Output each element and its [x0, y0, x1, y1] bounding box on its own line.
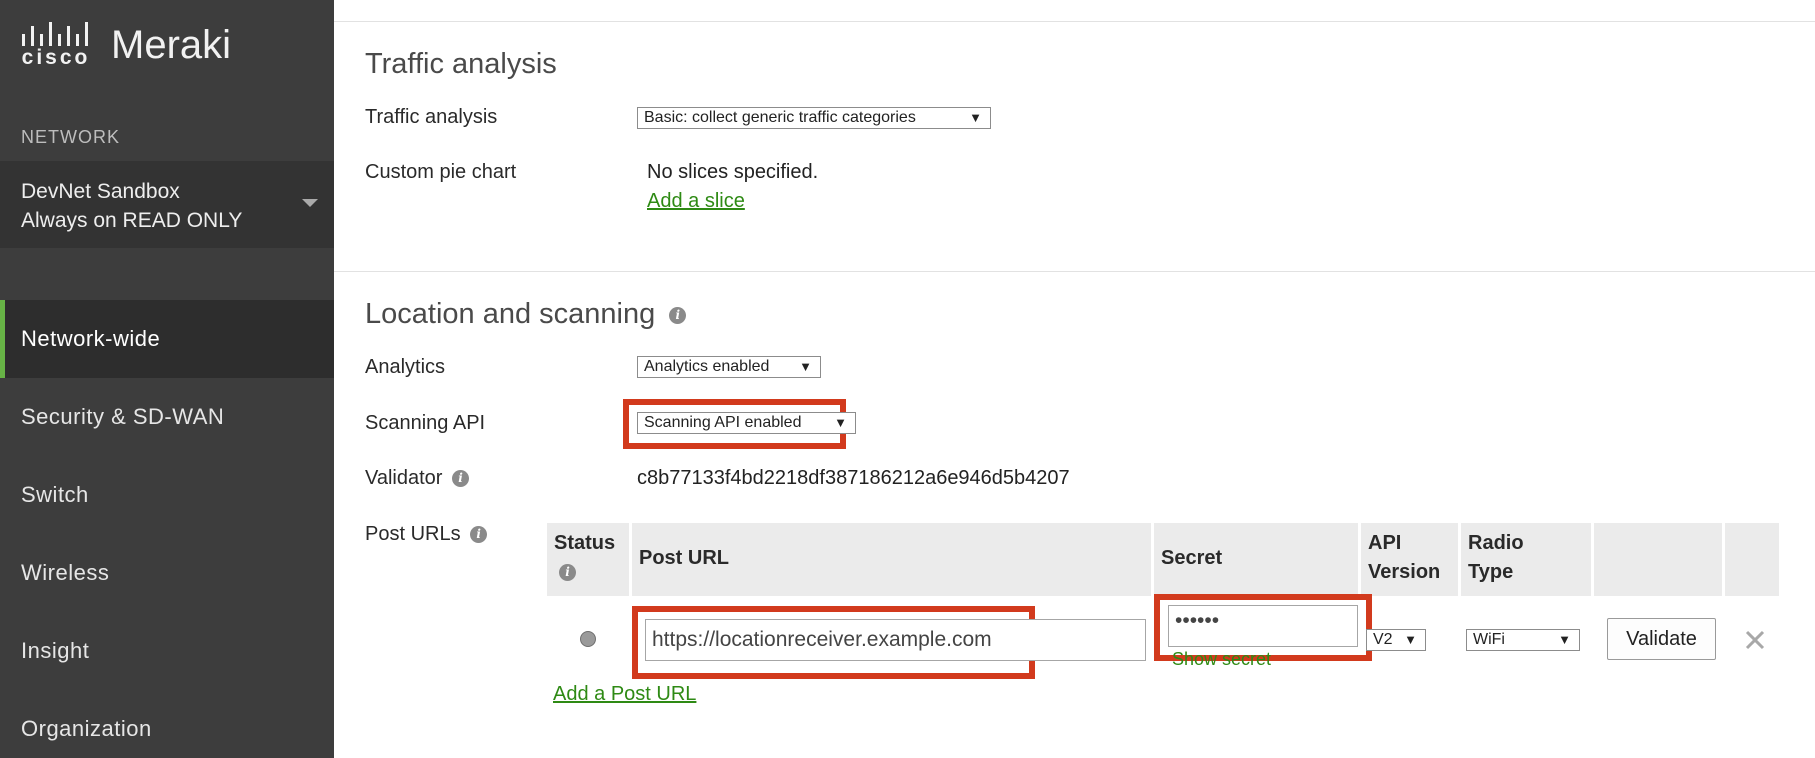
- validator-label-text: Validator: [365, 467, 443, 489]
- chevron-down-icon: ▼: [1404, 632, 1417, 647]
- show-secret-link[interactable]: Show secret: [1172, 649, 1271, 670]
- chevron-down-icon: ▼: [799, 359, 812, 374]
- traffic-analysis-title: Traffic analysis: [365, 48, 557, 80]
- radio-type-header-line2: Type: [1468, 561, 1514, 583]
- network-selector[interactable]: DevNet Sandbox Always on READ ONLY: [0, 161, 334, 248]
- traffic-analysis-value: Basic: collect generic traffic categorie…: [644, 109, 916, 126]
- post-url-header-text: Post URL: [639, 547, 729, 569]
- column-header-post-url: Post URL: [632, 523, 1151, 596]
- info-icon[interactable]: i: [470, 526, 488, 544]
- analytics-value: Analytics enabled: [644, 358, 770, 375]
- column-header-radio-type: Radio Type: [1461, 523, 1591, 596]
- secret-header-text: Secret: [1161, 547, 1223, 569]
- sidebar-item-switch[interactable]: Switch: [0, 456, 334, 534]
- validate-button[interactable]: Validate: [1607, 618, 1716, 660]
- sidebar-item-security-sd-wan[interactable]: Security & SD-WAN: [0, 378, 334, 456]
- column-header-api-version: API Version: [1361, 523, 1458, 596]
- cisco-logo: cisco: [21, 22, 91, 68]
- post-urls-label: Post URLs i: [365, 523, 488, 546]
- meraki-wordmark: Meraki: [111, 23, 232, 67]
- post-urls-label-text: Post URLs: [365, 523, 461, 545]
- radio-type-value: WiFi: [1473, 631, 1505, 648]
- sidebar-item-insight[interactable]: Insight: [0, 612, 334, 690]
- scanning-api-label: Scanning API: [365, 412, 486, 434]
- location-scanning-title: Location and scanning i: [365, 298, 687, 331]
- sidebar-item-label: Wireless: [21, 560, 110, 585]
- no-slices-text: No slices specified.: [647, 161, 819, 183]
- info-icon[interactable]: i: [559, 564, 576, 581]
- cisco-bars-icon: [22, 22, 88, 46]
- post-url-input[interactable]: https://locationreceiver.example.com: [645, 619, 1146, 661]
- secret-input[interactable]: ••••••: [1168, 605, 1358, 647]
- chevron-down-icon: ▼: [834, 415, 847, 430]
- sidebar-item-organization[interactable]: Organization: [0, 690, 334, 758]
- divider: [334, 271, 1815, 272]
- close-icon[interactable]: [1744, 629, 1766, 651]
- column-header-validate: [1594, 523, 1722, 596]
- sidebar-item-network-wide[interactable]: Network-wide: [0, 300, 334, 378]
- info-icon[interactable]: i: [452, 470, 470, 488]
- api-version-header-line1: API: [1368, 532, 1402, 554]
- sidebar-item-label: Organization: [21, 716, 152, 741]
- scanning-api-value: Scanning API enabled: [644, 414, 802, 431]
- sidebar-item-label: Switch: [21, 482, 89, 507]
- sidebar-item-label: Insight: [21, 638, 90, 663]
- column-header-secret: Secret: [1154, 523, 1358, 596]
- network-name: DevNet Sandbox: [21, 180, 180, 203]
- status-dot-icon: [580, 631, 596, 647]
- analytics-select[interactable]: Analytics enabled ▼: [637, 356, 821, 378]
- column-header-remove: [1725, 523, 1779, 596]
- analytics-label: Analytics: [365, 356, 446, 378]
- radio-type-header-line1: Radio: [1468, 532, 1524, 554]
- sidebar-item-label: Security & SD-WAN: [21, 404, 225, 429]
- info-icon[interactable]: i: [669, 306, 687, 324]
- cisco-meraki-logo[interactable]: cisco Meraki: [21, 22, 231, 72]
- cisco-wordmark: cisco: [21, 46, 91, 69]
- radio-type-select[interactable]: WiFi ▼: [1466, 629, 1580, 651]
- add-post-url-link[interactable]: Add a Post URL: [553, 683, 696, 706]
- sidebar-item-label: Network-wide: [21, 326, 161, 351]
- column-header-status: Status i: [547, 523, 629, 596]
- validator-label: Validator i: [365, 467, 470, 490]
- api-version-value: V2: [1373, 631, 1393, 648]
- sidebar-item-wireless[interactable]: Wireless: [0, 534, 334, 612]
- sidebar: cisco Meraki NETWORK DevNet Sandbox Alwa…: [0, 0, 334, 758]
- validator-value: c8b77133f4bd2218df387186212a6e946d5b4207: [637, 467, 1070, 489]
- traffic-analysis-label: Traffic analysis: [365, 106, 498, 128]
- main-content: Traffic analysis Traffic analysis Basic:…: [334, 0, 1815, 758]
- traffic-analysis-select[interactable]: Basic: collect generic traffic categorie…: [637, 107, 991, 129]
- status-header-text: Status: [554, 532, 616, 554]
- location-scanning-title-text: Location and scanning: [365, 298, 656, 330]
- custom-pie-chart-label: Custom pie chart: [365, 161, 517, 183]
- chevron-down-icon: [302, 199, 318, 207]
- chevron-down-icon: ▼: [969, 110, 982, 125]
- api-version-select[interactable]: V2 ▼: [1366, 629, 1426, 651]
- add-slice-link[interactable]: Add a slice: [647, 190, 745, 213]
- network-subtitle: Always on READ ONLY: [21, 209, 243, 232]
- api-version-header-line2: Version: [1368, 561, 1441, 583]
- chevron-down-icon: ▼: [1558, 632, 1571, 647]
- scanning-api-select[interactable]: Scanning API enabled ▼: [637, 412, 856, 434]
- divider: [334, 21, 1815, 22]
- network-heading: NETWORK: [21, 127, 120, 147]
